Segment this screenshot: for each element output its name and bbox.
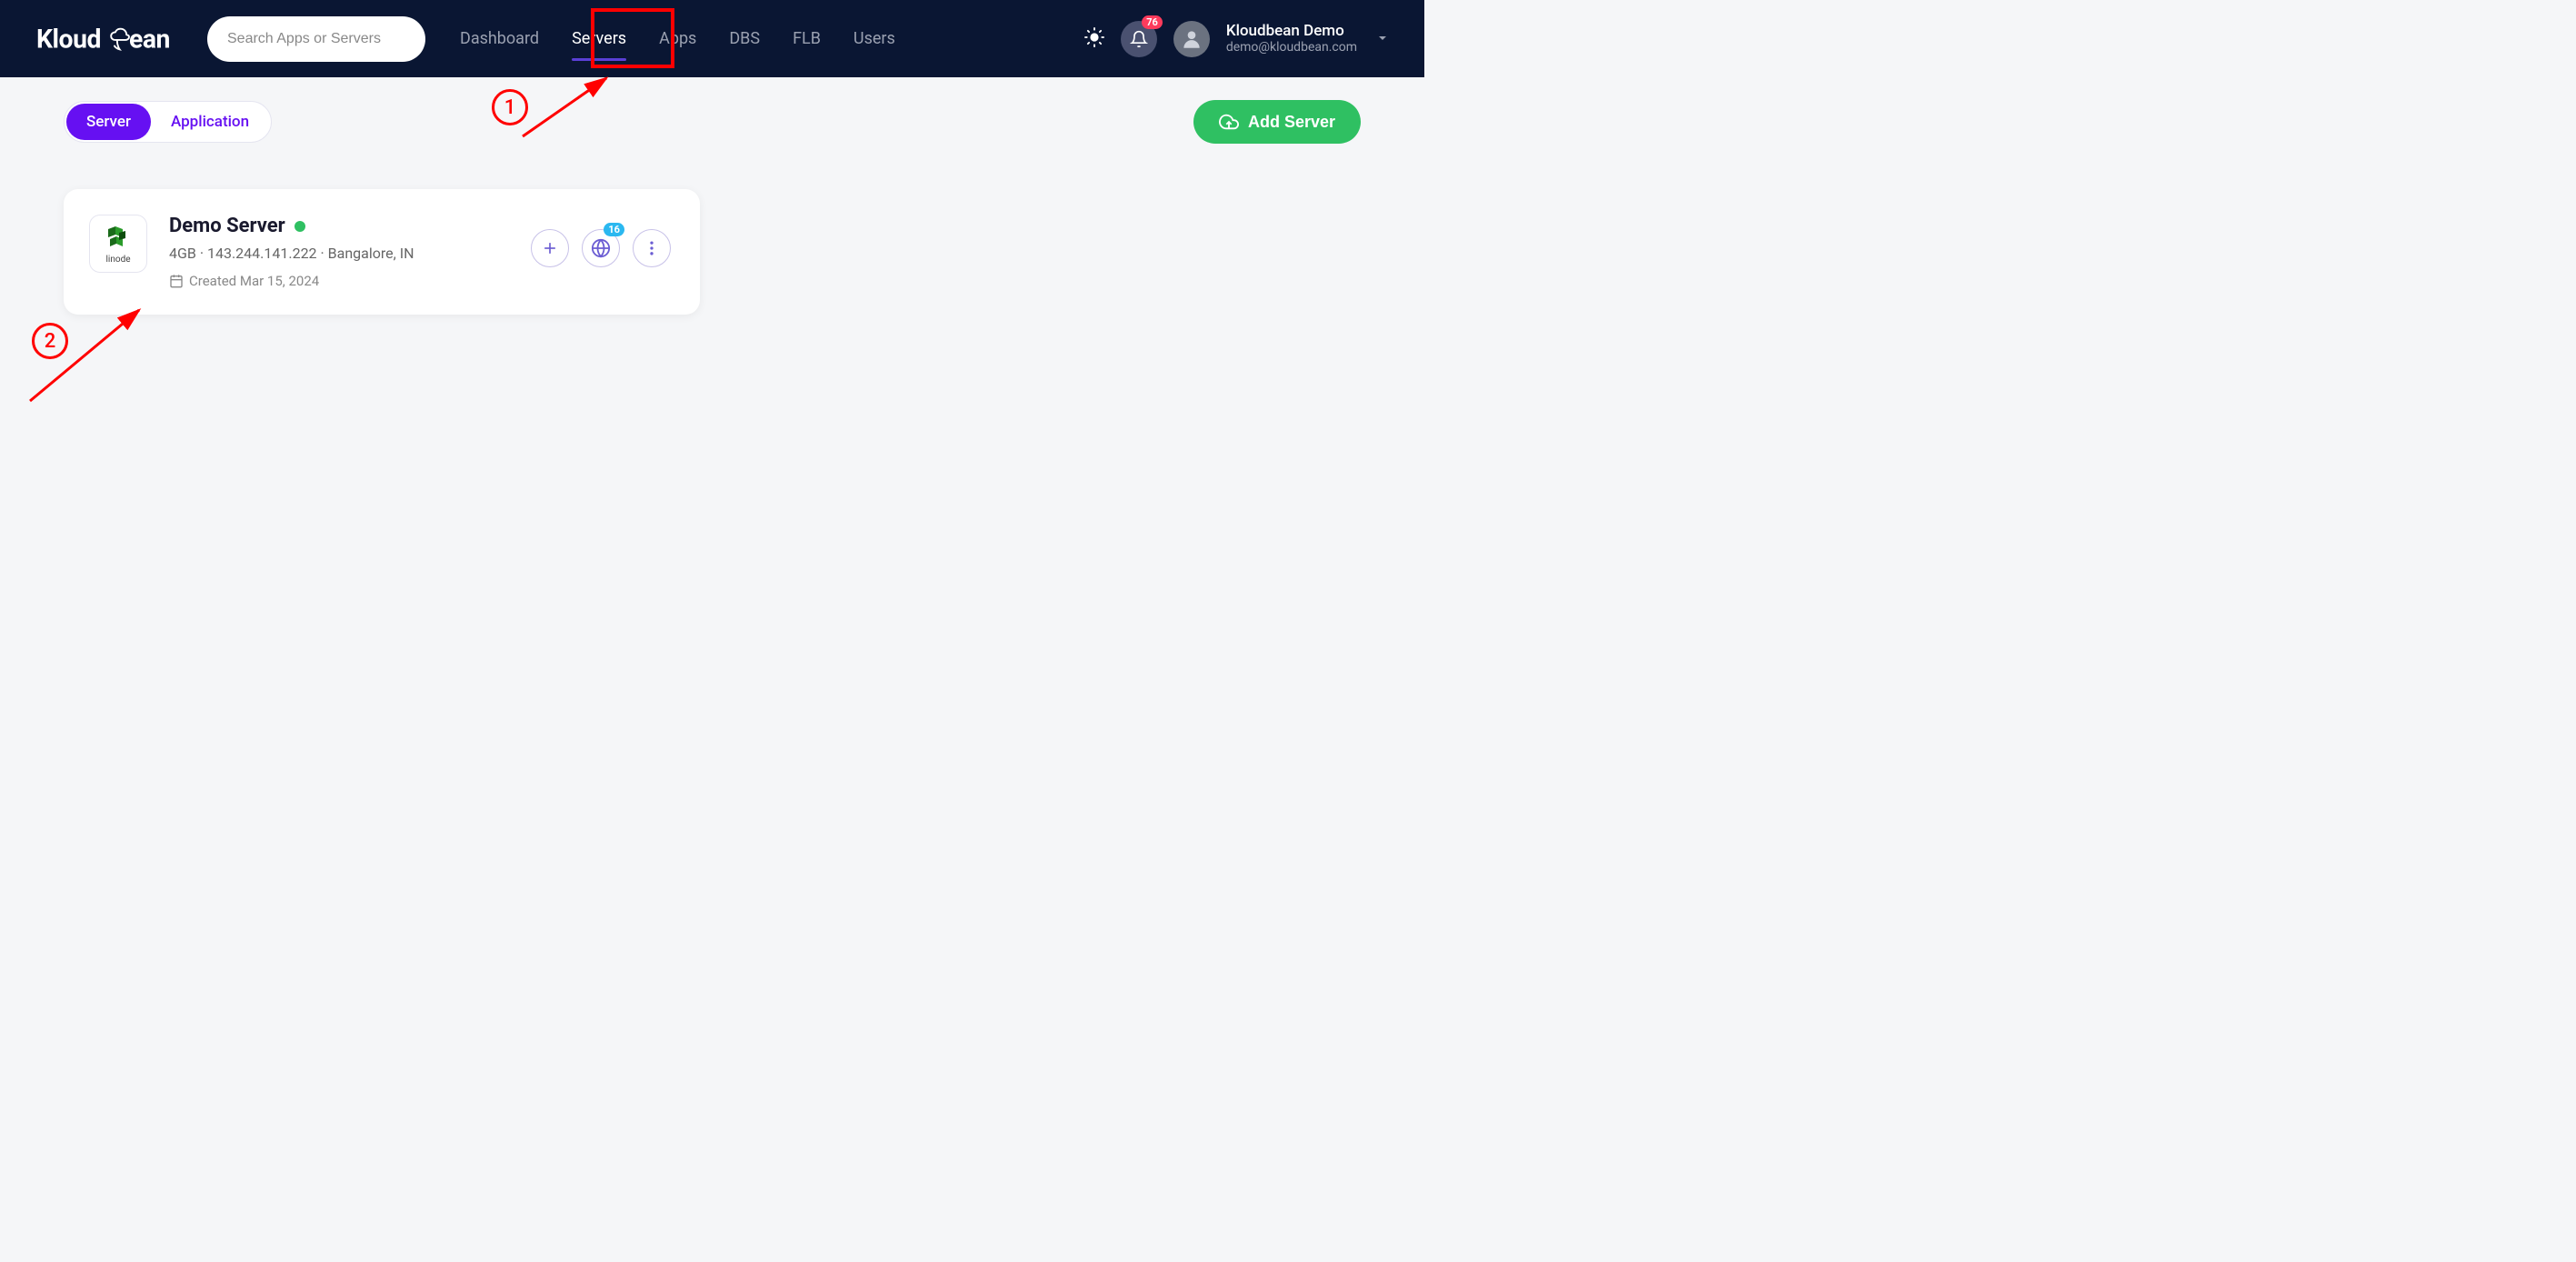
- main-content: Server Application Add Server linod: [0, 77, 1424, 337]
- cloud-upload-icon: [1219, 112, 1239, 132]
- search-input[interactable]: [227, 31, 405, 47]
- server-created: Created Mar 15, 2024: [169, 273, 509, 289]
- avatar[interactable]: [1173, 21, 1210, 57]
- user-email: demo@kloudbean.com: [1226, 40, 1357, 55]
- user-info[interactable]: Kloudbean Demo demo@kloudbean.com: [1226, 22, 1357, 55]
- user-icon: [1180, 27, 1203, 51]
- server-ip: 143.244.141.222: [207, 245, 317, 262]
- top-row: Server Application Add Server: [64, 100, 1361, 144]
- header: Kloud ean Dashboard Servers Apps DBS FLB…: [0, 0, 1424, 77]
- calendar-icon: [169, 274, 184, 288]
- linode-icon: [104, 224, 133, 253]
- add-server-label: Add Server: [1248, 113, 1335, 132]
- nav-servers[interactable]: Servers: [572, 22, 626, 55]
- svg-text:Kloud: Kloud: [36, 24, 101, 54]
- notification-count-badge: 76: [1142, 15, 1163, 29]
- nav-users[interactable]: Users: [854, 22, 895, 55]
- svg-text:ean: ean: [129, 24, 170, 54]
- app-count-badge: 16: [604, 223, 624, 236]
- more-vertical-icon: [643, 239, 661, 257]
- toggle-application[interactable]: Application: [151, 104, 269, 140]
- chevron-down-icon[interactable]: [1377, 30, 1388, 47]
- globe-icon: [591, 238, 611, 258]
- user-name: Kloudbean Demo: [1226, 22, 1357, 40]
- server-card[interactable]: linode Demo Server 4GB · 143.244.141.222…: [64, 189, 700, 315]
- server-location: Bangalore, IN: [328, 245, 414, 262]
- provider-badge: linode: [89, 215, 147, 273]
- logo[interactable]: Kloud ean: [36, 21, 191, 57]
- provider-name: linode: [105, 255, 130, 265]
- view-toggle: Server Application: [64, 101, 272, 143]
- bell-icon: [1130, 30, 1148, 48]
- nav-flb[interactable]: FLB: [793, 22, 821, 55]
- toggle-server[interactable]: Server: [66, 104, 151, 140]
- server-name: Demo Server: [169, 215, 285, 237]
- server-created-label: Created Mar 15, 2024: [189, 273, 319, 289]
- add-server-button[interactable]: Add Server: [1193, 100, 1361, 144]
- sun-icon: [1084, 27, 1104, 47]
- theme-toggle[interactable]: [1084, 27, 1104, 51]
- nav-apps[interactable]: Apps: [659, 22, 696, 55]
- nav-dashboard[interactable]: Dashboard: [460, 22, 539, 55]
- server-info: Demo Server 4GB · 143.244.141.222 · Bang…: [169, 215, 509, 289]
- server-actions: 16: [531, 229, 671, 267]
- server-meta: 4GB · 143.244.141.222 · Bangalore, IN: [169, 245, 509, 262]
- search-container: [207, 16, 425, 62]
- server-ram: 4GB: [169, 245, 196, 262]
- nav: Dashboard Servers Apps DBS FLB Users: [460, 22, 895, 55]
- notifications-button[interactable]: 76: [1121, 21, 1157, 57]
- plus-icon: [541, 239, 559, 257]
- status-indicator: [295, 221, 305, 232]
- nav-dbs[interactable]: DBS: [729, 22, 760, 55]
- header-right: 76 Kloudbean Demo demo@kloudbean.com: [1084, 21, 1388, 57]
- apps-button[interactable]: 16: [582, 229, 620, 267]
- more-actions-button[interactable]: [633, 229, 671, 267]
- add-app-button[interactable]: [531, 229, 569, 267]
- server-title-row: Demo Server: [169, 215, 509, 237]
